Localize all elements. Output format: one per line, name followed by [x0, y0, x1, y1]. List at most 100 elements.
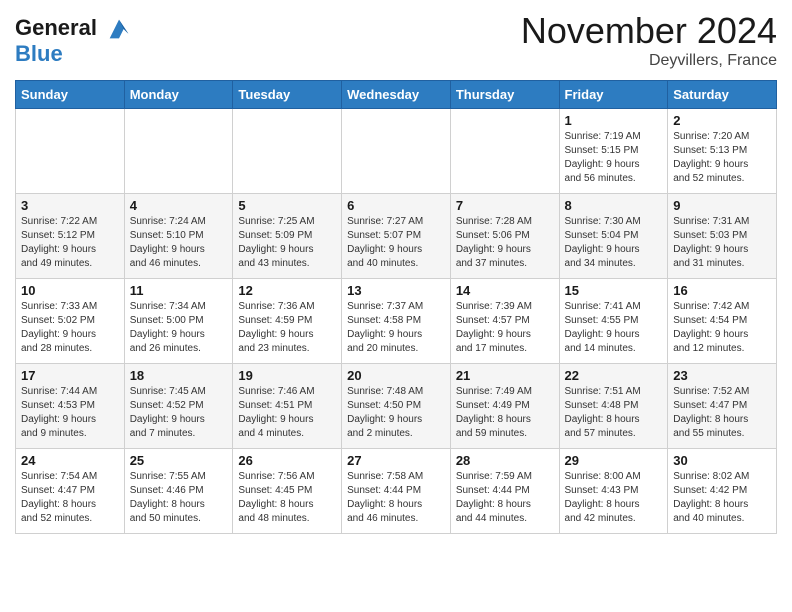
day-number: 29: [565, 453, 663, 468]
calendar-table: SundayMondayTuesdayWednesdayThursdayFrid…: [15, 80, 777, 534]
day-number: 27: [347, 453, 445, 468]
day-number: 9: [673, 198, 771, 213]
day-info: Sunrise: 7:31 AM Sunset: 5:03 PM Dayligh…: [673, 215, 771, 271]
weekday-header: Tuesday: [233, 81, 342, 109]
calendar-day-cell: 7 Sunrise: 7:28 AM Sunset: 5:06 PM Daylig…: [450, 194, 559, 279]
calendar-day-cell: 25 Sunrise: 7:55 AM Sunset: 4:46 PM Dayli…: [124, 449, 233, 534]
weekday-header: Sunday: [16, 81, 125, 109]
day-number: 1: [565, 113, 663, 128]
calendar-day-cell: 10 Sunrise: 7:33 AM Sunset: 5:02 PM Dayli…: [16, 279, 125, 364]
calendar-day-cell: 26 Sunrise: 7:56 AM Sunset: 4:45 PM Dayli…: [233, 449, 342, 534]
logo: General Blue: [15, 15, 133, 65]
day-info: Sunrise: 7:46 AM Sunset: 4:51 PM Dayligh…: [238, 385, 336, 441]
day-number: 4: [130, 198, 228, 213]
day-info: Sunrise: 7:20 AM Sunset: 5:13 PM Dayligh…: [673, 130, 771, 186]
calendar-day-cell: 2 Sunrise: 7:20 AM Sunset: 5:13 PM Daylig…: [668, 109, 777, 194]
calendar-day-cell: 23 Sunrise: 7:52 AM Sunset: 4:47 PM Dayli…: [668, 364, 777, 449]
day-number: 18: [130, 368, 228, 383]
location: Deyvillers, France: [521, 52, 777, 70]
calendar-day-cell: [124, 109, 233, 194]
day-info: Sunrise: 7:22 AM Sunset: 5:12 PM Dayligh…: [21, 215, 119, 271]
day-info: Sunrise: 7:41 AM Sunset: 4:55 PM Dayligh…: [565, 300, 663, 356]
day-number: 16: [673, 283, 771, 298]
day-number: 11: [130, 283, 228, 298]
weekday-header: Monday: [124, 81, 233, 109]
day-number: 24: [21, 453, 119, 468]
day-info: Sunrise: 7:33 AM Sunset: 5:02 PM Dayligh…: [21, 300, 119, 356]
calendar-week-row: 1 Sunrise: 7:19 AM Sunset: 5:15 PM Daylig…: [16, 109, 777, 194]
day-info: Sunrise: 7:24 AM Sunset: 5:10 PM Dayligh…: [130, 215, 228, 271]
calendar-day-cell: 22Sunrise: 7:51 AM Sunset: 4:48 PM Dayli…: [559, 364, 668, 449]
day-number: 25: [130, 453, 228, 468]
day-info: Sunrise: 8:02 AM Sunset: 4:42 PM Dayligh…: [673, 470, 771, 526]
day-number: 12: [238, 283, 336, 298]
day-info: Sunrise: 7:39 AM Sunset: 4:57 PM Dayligh…: [456, 300, 554, 356]
calendar-day-cell: 5 Sunrise: 7:25 AM Sunset: 5:09 PM Daylig…: [233, 194, 342, 279]
calendar-week-row: 17Sunrise: 7:44 AM Sunset: 4:53 PM Dayli…: [16, 364, 777, 449]
logo-text: General: [15, 15, 133, 43]
day-number: 20: [347, 368, 445, 383]
day-number: 28: [456, 453, 554, 468]
calendar-week-row: 24 Sunrise: 7:54 AM Sunset: 4:47 PM Dayli…: [16, 449, 777, 534]
day-number: 2: [673, 113, 771, 128]
day-info: Sunrise: 7:34 AM Sunset: 5:00 PM Dayligh…: [130, 300, 228, 356]
day-info: Sunrise: 7:59 AM Sunset: 4:44 PM Dayligh…: [456, 470, 554, 526]
day-info: Sunrise: 7:49 AM Sunset: 4:49 PM Dayligh…: [456, 385, 554, 441]
calendar-day-cell: 27 Sunrise: 7:58 AM Sunset: 4:44 PM Dayli…: [342, 449, 451, 534]
day-number: 3: [21, 198, 119, 213]
day-number: 17: [21, 368, 119, 383]
day-number: 10: [21, 283, 119, 298]
calendar-day-cell: 13 Sunrise: 7:37 AM Sunset: 4:58 PM Dayli…: [342, 279, 451, 364]
day-info: Sunrise: 7:48 AM Sunset: 4:50 PM Dayligh…: [347, 385, 445, 441]
calendar-day-cell: [342, 109, 451, 194]
calendar-week-row: 10 Sunrise: 7:33 AM Sunset: 5:02 PM Dayli…: [16, 279, 777, 364]
day-number: 7: [456, 198, 554, 213]
day-info: Sunrise: 7:36 AM Sunset: 4:59 PM Dayligh…: [238, 300, 336, 356]
calendar-day-cell: [450, 109, 559, 194]
calendar-day-cell: 11 Sunrise: 7:34 AM Sunset: 5:00 PM Dayli…: [124, 279, 233, 364]
day-info: Sunrise: 7:52 AM Sunset: 4:47 PM Dayligh…: [673, 385, 771, 441]
weekday-header: Wednesday: [342, 81, 451, 109]
calendar-day-cell: 19Sunrise: 7:46 AM Sunset: 4:51 PM Dayli…: [233, 364, 342, 449]
calendar-day-cell: 6Sunrise: 7:27 AM Sunset: 5:07 PM Daylig…: [342, 194, 451, 279]
day-number: 6: [347, 198, 445, 213]
day-info: Sunrise: 7:56 AM Sunset: 4:45 PM Dayligh…: [238, 470, 336, 526]
day-info: Sunrise: 7:25 AM Sunset: 5:09 PM Dayligh…: [238, 215, 336, 271]
calendar-day-cell: 21 Sunrise: 7:49 AM Sunset: 4:49 PM Dayli…: [450, 364, 559, 449]
day-info: Sunrise: 7:19 AM Sunset: 5:15 PM Dayligh…: [565, 130, 663, 186]
calendar-day-cell: 4 Sunrise: 7:24 AM Sunset: 5:10 PM Daylig…: [124, 194, 233, 279]
logo-blue: Blue: [15, 43, 133, 65]
calendar-day-cell: 16 Sunrise: 7:42 AM Sunset: 4:54 PM Dayli…: [668, 279, 777, 364]
day-number: 26: [238, 453, 336, 468]
calendar-week-row: 3 Sunrise: 7:22 AM Sunset: 5:12 PM Daylig…: [16, 194, 777, 279]
weekday-header: Thursday: [450, 81, 559, 109]
calendar-day-cell: 29 Sunrise: 8:00 AM Sunset: 4:43 PM Dayli…: [559, 449, 668, 534]
day-number: 21: [456, 368, 554, 383]
calendar-day-cell: 20 Sunrise: 7:48 AM Sunset: 4:50 PM Dayli…: [342, 364, 451, 449]
weekday-header: Saturday: [668, 81, 777, 109]
logo-icon: [105, 15, 133, 43]
day-info: Sunrise: 8:00 AM Sunset: 4:43 PM Dayligh…: [565, 470, 663, 526]
day-number: 15: [565, 283, 663, 298]
day-info: Sunrise: 7:37 AM Sunset: 4:58 PM Dayligh…: [347, 300, 445, 356]
day-number: 23: [673, 368, 771, 383]
day-info: Sunrise: 7:54 AM Sunset: 4:47 PM Dayligh…: [21, 470, 119, 526]
calendar-day-cell: 1 Sunrise: 7:19 AM Sunset: 5:15 PM Daylig…: [559, 109, 668, 194]
calendar-day-cell: 15 Sunrise: 7:41 AM Sunset: 4:55 PM Dayli…: [559, 279, 668, 364]
day-info: Sunrise: 7:42 AM Sunset: 4:54 PM Dayligh…: [673, 300, 771, 356]
month-title: November 2024: [521, 10, 777, 52]
title-block: November 2024 Deyvillers, France: [521, 10, 777, 70]
header: General Blue November 2024 Deyvillers, F…: [15, 10, 777, 70]
weekday-header: Friday: [559, 81, 668, 109]
page: General Blue November 2024 Deyvillers, F…: [0, 0, 792, 549]
day-info: Sunrise: 7:45 AM Sunset: 4:52 PM Dayligh…: [130, 385, 228, 441]
calendar-day-cell: 28 Sunrise: 7:59 AM Sunset: 4:44 PM Dayli…: [450, 449, 559, 534]
day-info: Sunrise: 7:30 AM Sunset: 5:04 PM Dayligh…: [565, 215, 663, 271]
day-number: 13: [347, 283, 445, 298]
day-number: 5: [238, 198, 336, 213]
calendar-day-cell: 18 Sunrise: 7:45 AM Sunset: 4:52 PM Dayli…: [124, 364, 233, 449]
calendar-day-cell: 14Sunrise: 7:39 AM Sunset: 4:57 PM Dayli…: [450, 279, 559, 364]
day-info: Sunrise: 7:55 AM Sunset: 4:46 PM Dayligh…: [130, 470, 228, 526]
day-info: Sunrise: 7:28 AM Sunset: 5:06 PM Dayligh…: [456, 215, 554, 271]
day-info: Sunrise: 7:58 AM Sunset: 4:44 PM Dayligh…: [347, 470, 445, 526]
